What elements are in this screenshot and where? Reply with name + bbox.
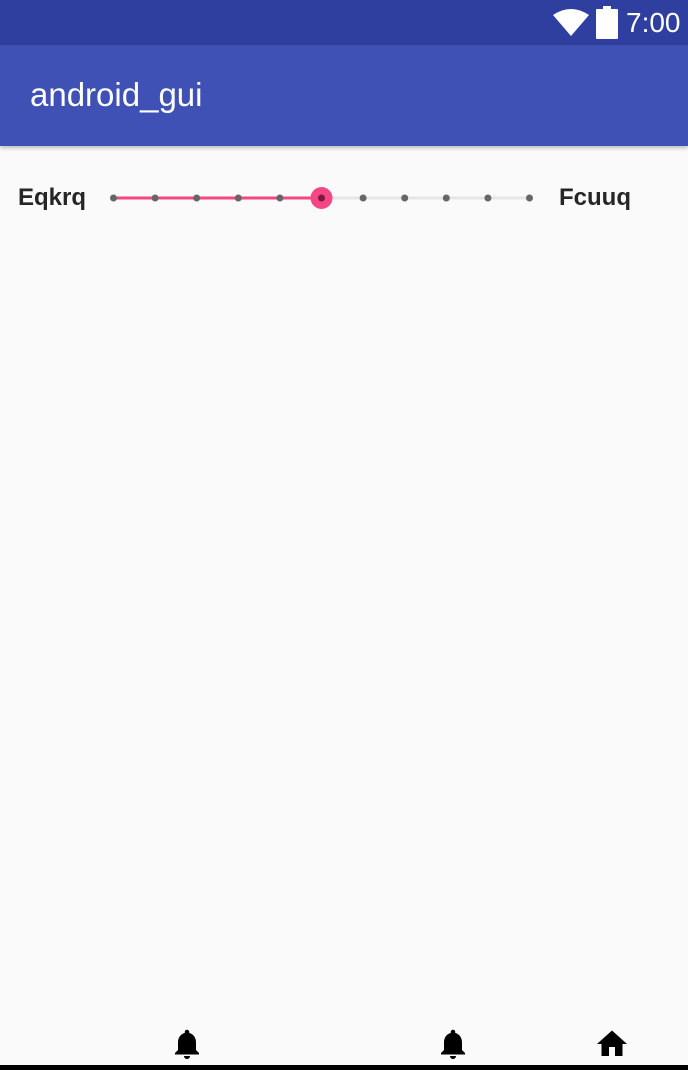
status-bar: 7:00 xyxy=(0,0,688,45)
seekbar-tick xyxy=(234,194,242,202)
seekbar-max-label: Fcuuq xyxy=(559,184,631,211)
seekbar-tick xyxy=(359,194,367,202)
seekbar-min-label: Eqkrq xyxy=(18,184,87,211)
seekbar-tick xyxy=(110,194,117,202)
seekbar-tick xyxy=(401,194,409,202)
seekbar-thumb-tick xyxy=(318,194,325,202)
seekbar-tick xyxy=(442,194,450,202)
seekbar-tick xyxy=(526,194,533,202)
seekbar-row: Eqkrq Fcuuq xyxy=(0,170,688,226)
seekbar[interactable] xyxy=(100,170,544,226)
navigation-bar xyxy=(0,1020,688,1070)
seekbar-tick xyxy=(193,194,201,202)
app-title: android_gui xyxy=(30,76,203,113)
wifi-icon xyxy=(553,9,589,36)
seekbar-tick xyxy=(151,194,159,202)
bell-icon[interactable] xyxy=(169,1026,205,1062)
nav-bar-divider xyxy=(0,1065,688,1070)
status-clock: 7:00 xyxy=(626,7,681,38)
home-icon[interactable] xyxy=(594,1026,630,1062)
bell-icon[interactable] xyxy=(435,1026,471,1062)
seekbar-tick xyxy=(276,194,284,202)
battery-icon xyxy=(596,6,618,39)
app-bar: android_gui xyxy=(0,45,688,146)
seekbar-tick xyxy=(484,194,492,202)
